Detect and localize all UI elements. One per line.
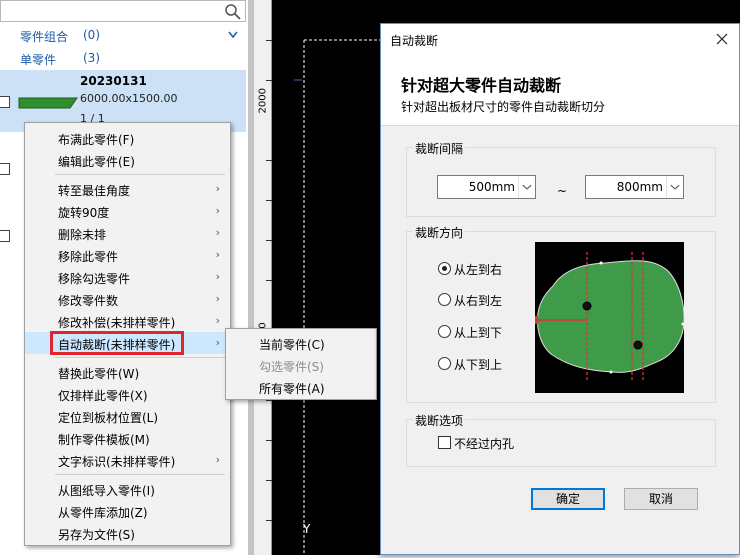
part-group-count: (0) xyxy=(83,28,100,42)
menu-item-nest-only-part[interactable]: 仅排样此零件(X) xyxy=(25,383,230,405)
submenu-arrow-icon: › xyxy=(215,226,220,239)
part-size: 6000.00x1500.00 xyxy=(80,92,178,105)
menu-item-text-label[interactable]: 文字标识(未排样零件) › xyxy=(25,449,230,471)
menu-item-edit-compensation[interactable]: 修改补偿(未排样零件) › xyxy=(25,310,230,332)
radio-selected-dot xyxy=(442,266,447,271)
interval-max-value: 800mm xyxy=(616,180,663,194)
menu-item-make-template[interactable]: 制作零件模板(M) xyxy=(25,427,230,449)
interval-max-select[interactable]: 800mm xyxy=(585,175,684,199)
interval-min-value: 500mm xyxy=(468,180,515,194)
part-name: 20230131 xyxy=(80,74,147,88)
part-thumbnail xyxy=(18,97,78,109)
menu-item-best-angle[interactable]: 转至最佳角度 › xyxy=(25,178,230,200)
submenu-item-checked-parts: 勾选零件(S) xyxy=(259,360,324,374)
interval-separator: ~ xyxy=(557,184,568,198)
single-part-row[interactable]: 单零件 (3) xyxy=(0,47,246,69)
submenu-arrow-icon: › xyxy=(215,270,220,283)
part-checkbox[interactable] xyxy=(0,230,10,242)
submenu-arrow-icon: › xyxy=(215,248,220,261)
menu-separator xyxy=(55,174,225,175)
menu-item-remove-part[interactable]: 移除此零件 › xyxy=(25,244,230,266)
interval-min-select[interactable]: 500mm xyxy=(437,175,536,199)
submenu-arrow-icon: › xyxy=(215,182,220,195)
preview-part-shape xyxy=(537,260,684,373)
menu-item-locate-on-sheet[interactable]: 定位到板材位置(L) xyxy=(25,405,230,427)
y-axis-label: Y xyxy=(303,522,311,536)
interval-group-title: 裁断间隔 xyxy=(413,140,466,157)
cut-options-group-title: 裁断选项 xyxy=(413,412,466,429)
menu-item-save-as[interactable]: 另存为文件(S) xyxy=(25,522,230,544)
dialog-footer: 确定 取消 xyxy=(381,474,739,554)
menu-item-remove-checked[interactable]: 移除勾选零件 › xyxy=(25,266,230,288)
part-checkbox[interactable] xyxy=(0,96,10,108)
submenu-arrow-icon: › xyxy=(215,314,220,327)
auto-cut-dialog: 自动裁断 针对超大零件自动裁断 针对超出板材尺寸的零件自动裁断切分 裁断间隔 5… xyxy=(380,23,740,555)
part-group-label: 零件组合 xyxy=(20,30,69,44)
ok-button[interactable]: 确定 xyxy=(531,488,605,510)
search-input[interactable] xyxy=(0,0,246,22)
single-part-label: 单零件 xyxy=(20,53,57,67)
dialog-title: 自动裁断 xyxy=(390,34,439,48)
menu-separator xyxy=(55,474,225,475)
menu-item-edit-part[interactable]: 编辑此零件(E) xyxy=(25,149,230,171)
dropdown-arrow-icon xyxy=(666,176,680,198)
menu-item-add-from-library[interactable]: 从零件库添加(Z) xyxy=(25,500,230,522)
ruler-label: 2000 xyxy=(257,88,269,114)
dialog-subheading: 针对超出板材尺寸的零件自动裁断切分 xyxy=(401,100,606,114)
dropdown-arrow-icon xyxy=(518,176,532,198)
submenu-item-all-parts[interactable]: 所有零件(A) xyxy=(226,376,376,398)
dialog-heading: 针对超大零件自动裁断 xyxy=(401,76,562,95)
dialog-header: 针对超大零件自动裁断 针对超出板材尺寸的零件自动裁断切分 xyxy=(381,54,739,126)
part-checkbox[interactable] xyxy=(0,163,10,175)
close-icon[interactable] xyxy=(713,30,731,48)
submenu-arrow-icon: › xyxy=(215,453,220,466)
menu-item-edit-quantity[interactable]: 修改零件数 › xyxy=(25,288,230,310)
submenu-item-current-part[interactable]: 当前零件(C) xyxy=(226,332,376,354)
dialog-titlebar[interactable]: 自动裁断 xyxy=(381,24,739,54)
menu-separator xyxy=(55,357,225,358)
chevron-down-icon[interactable] xyxy=(228,31,238,39)
part-group-row[interactable]: 零件组合 (0) xyxy=(0,24,246,46)
menu-item-delete-unnested[interactable]: 删除未排 › xyxy=(25,222,230,244)
vertical-ruler: 2000 0 xyxy=(254,0,272,555)
checkbox-box xyxy=(438,436,451,449)
menu-item-import-from-drawing[interactable]: 从图纸导入零件(I) xyxy=(25,478,230,500)
annotation-highlight-box xyxy=(50,331,184,355)
submenu-arrow-icon: › xyxy=(215,336,220,349)
cancel-button[interactable]: 取消 xyxy=(624,488,698,510)
direction-group-title: 裁断方向 xyxy=(413,224,466,241)
submenu-arrow-icon: › xyxy=(215,204,220,217)
cut-direction-preview xyxy=(535,242,684,393)
menu-item-rotate-90[interactable]: 旋转90度 › xyxy=(25,200,230,222)
auto-cut-submenu: 当前零件(C) 勾选零件(S) 所有零件(A) xyxy=(225,328,377,400)
menu-item-replace-part[interactable]: 替换此零件(W) xyxy=(25,361,230,383)
no-inner-hole-label: 不经过内孔 xyxy=(454,437,515,451)
single-part-count: (3) xyxy=(83,51,100,65)
menu-item-fill-part[interactable]: 布满此零件(F) xyxy=(25,127,230,149)
submenu-arrow-icon: › xyxy=(215,292,220,305)
search-icon[interactable] xyxy=(224,3,242,21)
